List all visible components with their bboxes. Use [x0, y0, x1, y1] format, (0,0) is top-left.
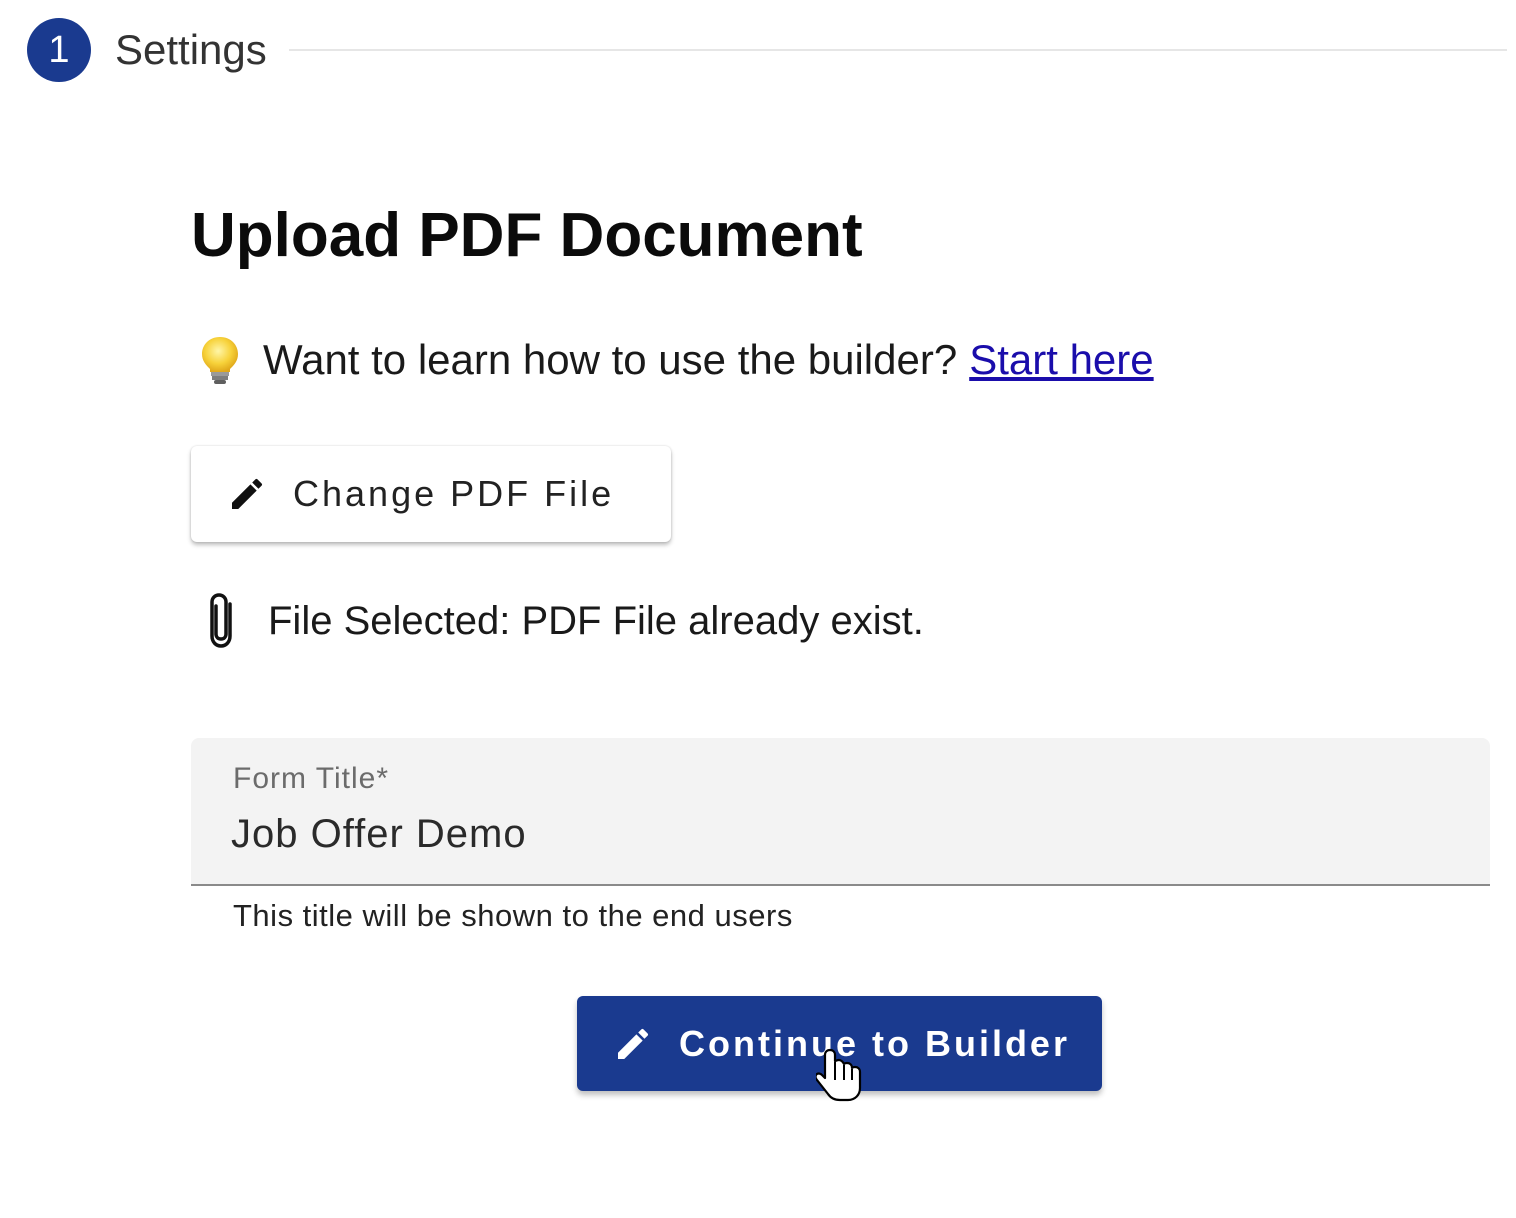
form-title-input[interactable] — [231, 806, 1431, 862]
page-title: Upload PDF Document — [191, 201, 863, 270]
start-here-link[interactable]: Start here — [969, 336, 1153, 384]
pencil-icon — [232, 478, 263, 509]
step-connector-line — [289, 49, 1507, 51]
change-pdf-file-label: Change PDF File — [293, 473, 615, 514]
help-text: Want to learn how to use the builder? — [263, 336, 958, 383]
form-title-field[interactable]: Form Title* — [191, 738, 1490, 886]
file-selected-text: File Selected: PDF File already exist. — [268, 598, 924, 643]
step-label[interactable]: Settings — [115, 26, 267, 74]
file-selected-status: File Selected: PDF File already exist. — [200, 586, 924, 656]
change-pdf-file-button[interactable]: Change PDF File — [191, 446, 671, 542]
paperclip-icon — [210, 593, 232, 648]
help-line: Want to learn how to use the builder? St… — [197, 330, 1154, 390]
hand-cursor-icon — [816, 1048, 862, 1102]
stepper: 1 Settings — [27, 18, 1507, 82]
form-title-label: Form Title* — [233, 762, 390, 795]
step-number-badge[interactable]: 1 — [27, 18, 91, 82]
continue-to-builder-label: Continue to Builder — [679, 1022, 1070, 1064]
pencil-icon — [618, 1028, 649, 1059]
lightbulb-icon — [202, 337, 238, 384]
form-title-helper-text: This title will be shown to the end user… — [233, 898, 793, 933]
